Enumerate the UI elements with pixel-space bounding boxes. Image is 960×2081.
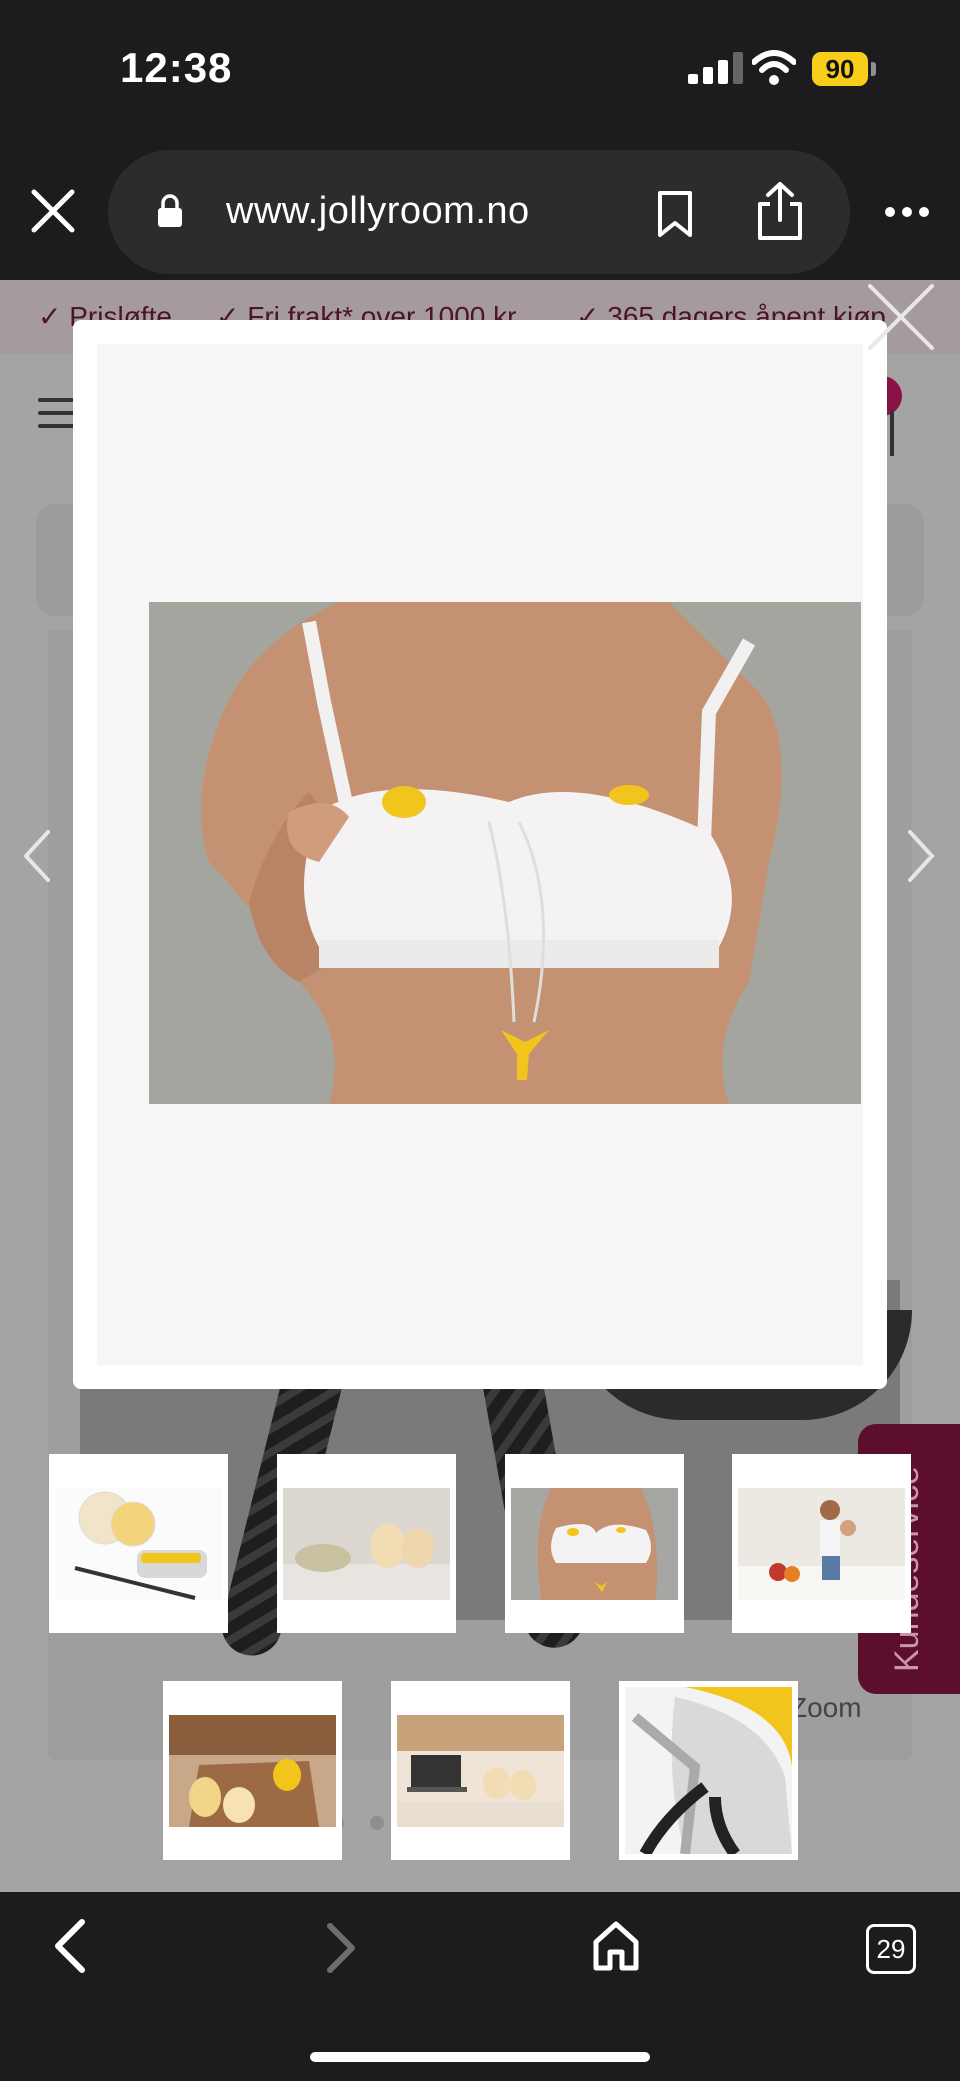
thumbnail-7[interactable] (619, 1681, 798, 1860)
thumbnail-1[interactable] (49, 1454, 228, 1633)
menu-icon[interactable] (38, 398, 78, 428)
tabs-button[interactable]: 29 (866, 1924, 916, 1974)
thumbnail-4[interactable] (732, 1454, 911, 1633)
wifi-icon (752, 50, 796, 85)
lightbox-close-icon[interactable] (866, 282, 936, 352)
lightbox-image-frame (97, 344, 863, 1365)
chevron-right-icon[interactable] (906, 828, 936, 884)
url-text: www.jollyroom.no (226, 190, 530, 232)
mother-in-kitchen-photo (738, 1488, 905, 1600)
browser-toolbar: 29 (0, 1892, 960, 2081)
breast-pump-product-photo (55, 1488, 222, 1600)
browser-address-bar: www.jollyroom.no (0, 140, 960, 280)
lock-icon (158, 194, 182, 227)
cellular-signal-icon (688, 52, 744, 84)
breast-pump-bra-photo (149, 602, 861, 1104)
pump-bra-photo (511, 1488, 678, 1600)
status-time: 12:38 (120, 44, 233, 91)
charger-cable-photo (625, 1687, 792, 1854)
back-icon[interactable] (52, 1918, 86, 1974)
chevron-left-icon[interactable] (22, 828, 52, 884)
zoom-label[interactable]: Zoom (790, 1692, 862, 1724)
more-options-icon[interactable] (884, 206, 930, 218)
thumbnail-5[interactable] (163, 1681, 342, 1860)
battery-tip (871, 62, 876, 76)
bookmark-icon[interactable] (656, 190, 694, 238)
pump-bag-photo (169, 1715, 336, 1827)
url-field[interactable]: www.jollyroom.no (108, 150, 850, 274)
thumbnail-6[interactable] (391, 1681, 570, 1860)
home-icon[interactable] (592, 1920, 640, 1972)
image-lightbox (73, 320, 887, 1389)
pump-at-desk-photo (397, 1715, 564, 1827)
pump-cups-on-table-photo (283, 1488, 450, 1600)
close-icon[interactable] (30, 188, 76, 234)
home-indicator (310, 2052, 650, 2062)
status-bar: 12:38 90 (0, 0, 960, 140)
thumbnail-2[interactable] (277, 1454, 456, 1633)
battery-level: 90 (812, 52, 868, 86)
thumbnail-3[interactable] (505, 1454, 684, 1633)
forward-icon[interactable] (326, 1922, 356, 1974)
share-icon[interactable] (756, 180, 804, 242)
